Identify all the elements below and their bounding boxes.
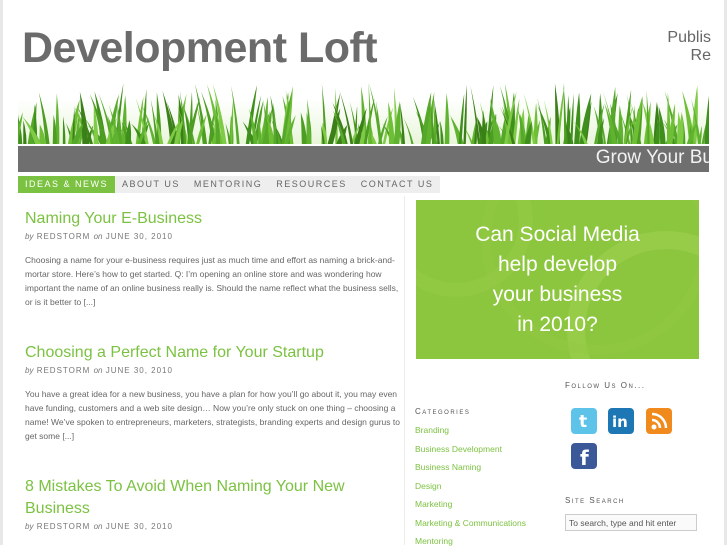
site-search-heading: Site Search — [565, 496, 625, 505]
grass-blade — [574, 92, 581, 144]
post-author-link[interactable]: REDSTORM — [37, 522, 91, 531]
main-nav: IDEAS & NEWS ABOUT US MENTORING RESOURCE… — [18, 176, 441, 193]
post-meta: by REDSTORM on JUNE 30, 2010 — [25, 522, 370, 531]
tagline-line1: Publis — [667, 29, 711, 46]
grass-blade — [676, 111, 682, 144]
category-link[interactable]: Marketing — [415, 495, 526, 514]
site-logo[interactable]: Development Loft — [22, 22, 378, 74]
meta-on: on — [93, 522, 103, 531]
rss-icon[interactable] — [646, 408, 672, 434]
grass-blade — [388, 101, 395, 144]
grass-blade — [300, 112, 308, 144]
grass-blade — [440, 120, 444, 144]
categories-heading: Categories — [415, 407, 471, 416]
nav-contact-us[interactable]: CONTACT US — [354, 176, 441, 193]
post-title-link[interactable]: Naming Your E-Business — [25, 208, 400, 230]
grass-blade — [537, 97, 547, 144]
post-date: JUNE 30, 2010 — [105, 232, 173, 241]
post-list: Naming Your E-Business by REDSTORM on JU… — [18, 196, 405, 545]
ad-line-1: Can Social Media — [475, 223, 640, 246]
post-excerpt: You have a great idea for a new business… — [25, 389, 400, 441]
follow-us-heading: Follow Us On... — [565, 381, 646, 390]
category-link[interactable]: Mentoring — [415, 532, 526, 551]
ad-line-3: your business — [492, 283, 623, 306]
grass-blade — [444, 93, 450, 144]
meta-by: by — [25, 232, 34, 241]
social-media-ad[interactable]: Can Social Media help develop your busin… — [416, 200, 699, 359]
meta-by: by — [25, 522, 34, 531]
svg-text:t: t — [579, 412, 587, 432]
grass-graphic — [18, 82, 709, 144]
nav-mentoring[interactable]: MENTORING — [187, 176, 269, 193]
category-link[interactable]: Business Naming — [415, 458, 526, 477]
facebook-icon[interactable]: f — [571, 443, 597, 470]
svg-text:in: in — [612, 413, 628, 431]
meta-on: on — [93, 232, 103, 241]
nav-ideas-news[interactable]: IDEAS & NEWS — [18, 176, 116, 193]
page-edge-left — [0, 0, 3, 545]
grass-banner — [18, 80, 709, 144]
category-link[interactable]: Design — [415, 477, 526, 496]
category-link[interactable]: Marketing & Communications — [415, 514, 526, 533]
post-date: JUNE 30, 2010 — [105, 522, 173, 531]
post-meta: by REDSTORM on JUNE 30, 2010 — [25, 366, 400, 375]
grass-blade — [273, 102, 277, 144]
grass-blade — [403, 117, 414, 144]
grass-blade — [458, 93, 465, 144]
svg-text:f: f — [580, 446, 589, 469]
ad-text: Can Social Media help develop your busin… — [416, 220, 699, 340]
twitter-icon[interactable]: t — [571, 408, 597, 434]
slogan-bar: Grow Your Bu — [18, 146, 709, 172]
post-item: 8 Mistakes To Avoid When Naming Your New… — [25, 476, 370, 531]
linkedin-icon[interactable]: in — [608, 408, 634, 434]
category-link[interactable]: Business Development — [415, 440, 526, 459]
tagline-line2: Re — [690, 47, 711, 64]
meta-on: on — [93, 366, 103, 375]
ad-line-4: in 2010? — [517, 313, 598, 336]
post-date: JUNE 30, 2010 — [105, 366, 173, 375]
post-author-link[interactable]: REDSTORM — [37, 366, 91, 375]
post-title-link[interactable]: 8 Mistakes To Avoid When Naming Your New… — [25, 476, 370, 520]
search-input[interactable]: To search, type and hit enter — [565, 514, 697, 531]
grass-blade — [570, 93, 574, 144]
post-author-link[interactable]: REDSTORM — [37, 232, 91, 241]
meta-by: by — [25, 366, 34, 375]
category-list: Branding Business Development Business N… — [415, 421, 526, 551]
grass-blade — [62, 116, 66, 144]
grass-blade — [23, 120, 27, 144]
post-title-link[interactable]: Choosing a Perfect Name for Your Startup — [25, 342, 400, 364]
post-meta: by REDSTORM on JUNE 30, 2010 — [25, 232, 400, 241]
post-excerpt: Choosing a name for your e-business requ… — [25, 255, 399, 307]
grass-blade — [704, 95, 709, 144]
nav-resources[interactable]: RESOURCES — [269, 176, 354, 193]
slogan-text: Grow Your Bu — [595, 147, 709, 168]
post-item: Naming Your E-Business by REDSTORM on JU… — [25, 208, 400, 309]
post-item: Choosing a Perfect Name for Your Startup… — [25, 342, 400, 443]
nav-about-us[interactable]: ABOUT US — [115, 176, 187, 193]
grass-blade — [481, 110, 486, 144]
ad-line-2: help develop — [497, 253, 618, 276]
category-link[interactable]: Branding — [415, 421, 526, 440]
grass-blade — [463, 84, 467, 144]
